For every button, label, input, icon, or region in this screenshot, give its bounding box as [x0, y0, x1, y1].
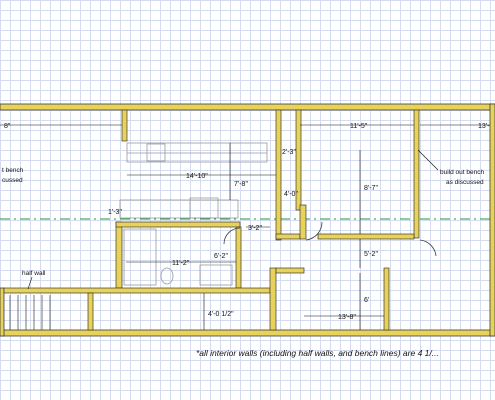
top-exterior-wall: [0, 103, 495, 111]
dim-kitchen-depth: 7'-8": [234, 181, 248, 188]
dim-lower-height: 6': [364, 297, 369, 304]
left-bench-note-2: cussed: [2, 177, 23, 184]
left-exterior-wall: [0, 287, 5, 337]
lower-partition: [383, 267, 390, 331]
dim-wall-mark-1: 1'-3": [108, 209, 122, 216]
range: [146, 143, 166, 162]
dim-bath-small: 6'-2": [214, 253, 228, 260]
dim-top-right: 13'-: [478, 123, 490, 130]
wall-g: [317, 233, 415, 240]
wall-f: [413, 109, 420, 239]
dim-top-left: 8": [4, 123, 11, 130]
stair-left-wall: [87, 292, 94, 331]
bath-top-wall: [115, 221, 241, 228]
dim-center-height: 5'-2": [364, 251, 378, 258]
dim-room-height: 8'-7": [364, 185, 378, 192]
bottom-exterior-wall: [0, 329, 495, 337]
lower-mid-wall: [275, 267, 305, 274]
door-swing-2: [419, 239, 437, 257]
dim-lower-width: 13'-8": [338, 314, 356, 321]
kitchen-counter: [126, 142, 268, 163]
exterior-walls: [0, 103, 495, 337]
dim-top-middle: 11'-5": [350, 123, 368, 130]
dim-small-gap: 2'-3": [282, 149, 296, 156]
fridge: [189, 197, 219, 219]
right-bench-note-1: build out bench: [440, 169, 484, 176]
wall-e: [299, 204, 307, 240]
bathtub: [123, 228, 157, 286]
left-bench-note-1: t bench: [2, 167, 24, 174]
footer-note: *all interior walls (including half wall…: [196, 348, 439, 358]
half-wall-note: half wall: [22, 270, 46, 277]
dim-bath-offset: 3'-2": [248, 225, 262, 232]
island: [119, 199, 239, 219]
floor-plan: 8" 11'-5" 13'- 2'-3" 14'-10" 7'-8" 3'-2"…: [0, 103, 495, 358]
toilet: [160, 267, 174, 285]
wall-a: [121, 109, 128, 142]
wall-b: [275, 109, 282, 241]
lower-wall: [3, 287, 271, 294]
dim-kitchen-width: 14'-10": [186, 173, 208, 180]
right-bench-leader: [417, 149, 439, 171]
stair-right-wall: [269, 267, 277, 331]
dim-bath-width: 11'-2": [172, 260, 190, 267]
half-wall-leader: [27, 276, 33, 290]
stairs: [9, 295, 51, 330]
bath-right-wall: [235, 226, 242, 289]
vanity: [199, 264, 233, 286]
dim-stair-clear: 4'-0 1/2": [208, 311, 234, 318]
bath-left-wall: [115, 221, 123, 289]
wall-d: [275, 233, 301, 240]
right-exterior-wall: [489, 103, 495, 337]
right-bench-note-2: as discussed: [446, 179, 484, 186]
dim-wall-mark-2: 4'-0": [284, 191, 298, 198]
